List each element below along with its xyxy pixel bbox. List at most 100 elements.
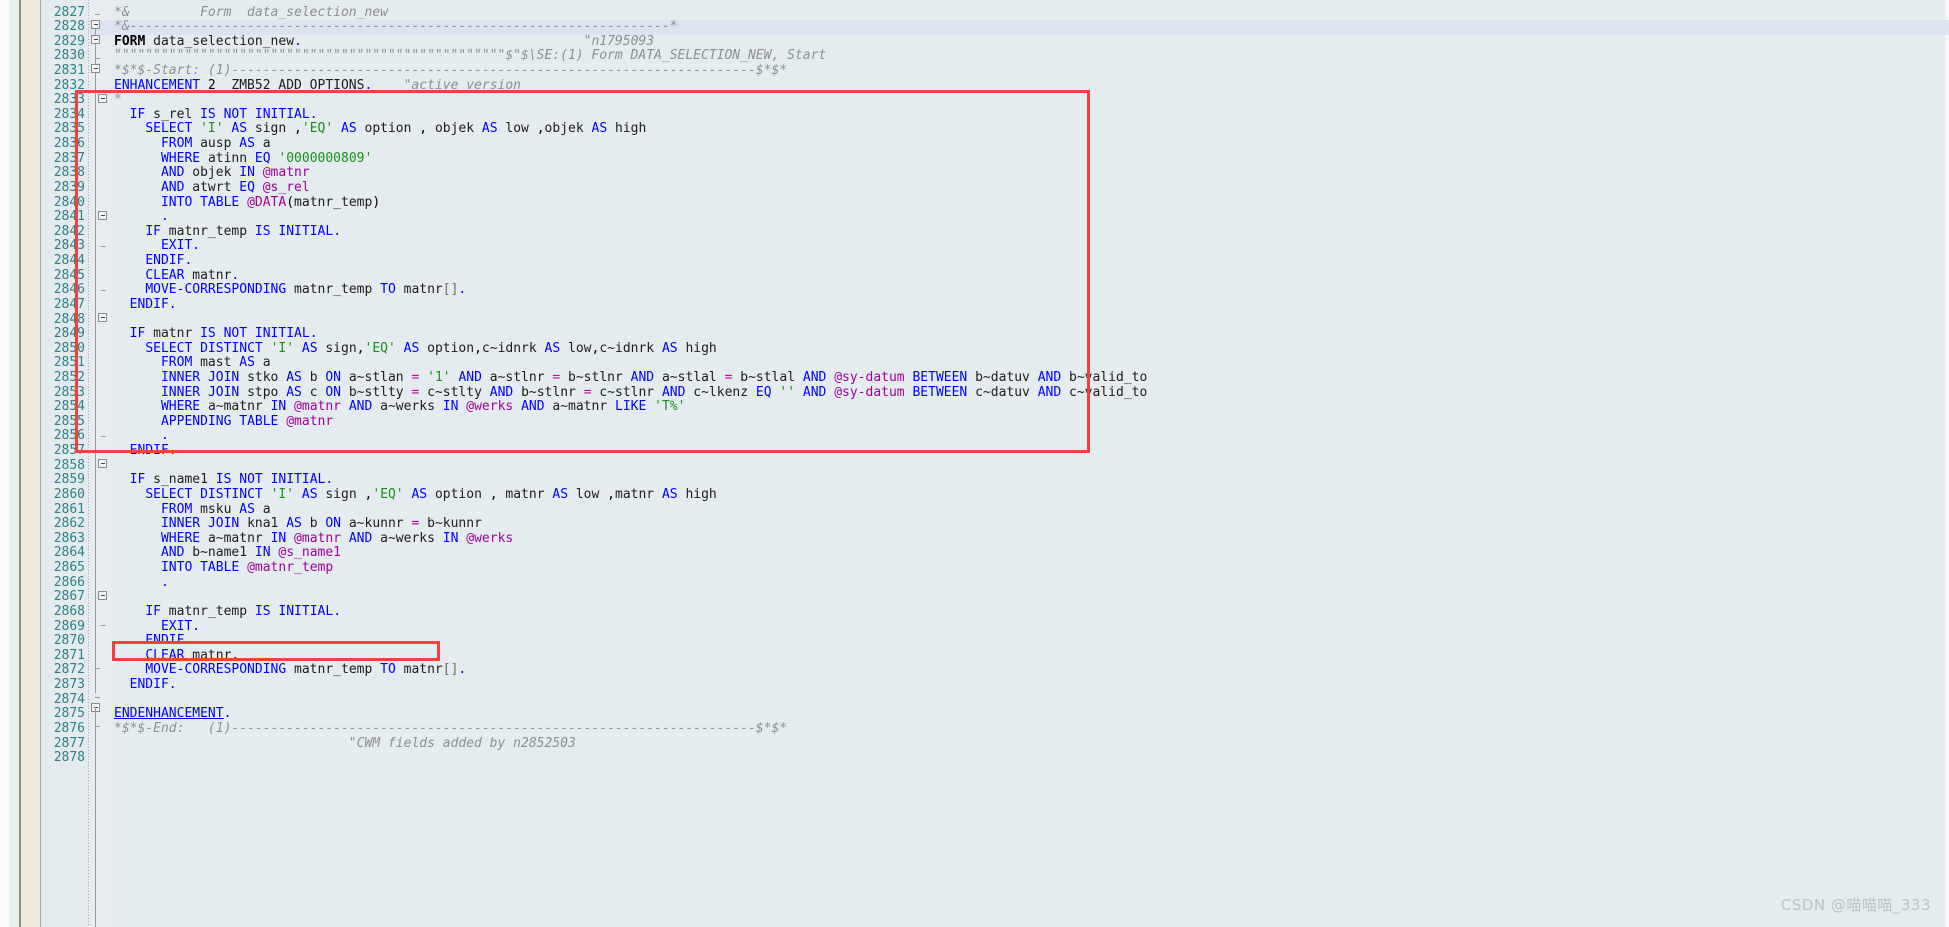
line-number[interactable]: 2875 [41,707,85,722]
line-number[interactable]: 2844 [41,253,85,269]
line-number[interactable]: 2853 [41,385,85,401]
line-content[interactable]: APPENDING TABLE @matnr [114,414,333,430]
code-line[interactable]: 2878 [0,751,1949,766]
code-line[interactable]: 2865 INTO TABLE @matnr_temp [0,560,1949,576]
line-number[interactable]: 2840 [41,195,85,211]
line-number[interactable]: 2846 [41,283,85,298]
code-line[interactable]: 2837 WHERE atinn EQ '0000000809' [0,151,1949,167]
line-number[interactable]: 2877 [41,736,85,752]
line-content[interactable]: *&--------------------------------------… [114,19,678,35]
line-content[interactable]: * [114,92,122,108]
line-number[interactable]: 2836 [41,136,85,152]
line-content[interactable]: SELECT DISTINCT 'I' AS sign,'EQ' AS opti… [114,341,716,357]
line-number[interactable]: 2848 [41,312,85,328]
line-number[interactable]: 2837 [41,151,85,167]
line-number[interactable]: 2834 [41,107,85,123]
code-line[interactable]: 2867 [0,590,1949,605]
code-line[interactable]: 2875 ENDENHANCEMENT. [0,706,1949,722]
code-line[interactable]: 2842 IF matnr_temp IS INITIAL. [0,224,1949,240]
code-line[interactable]: 2835 SELECT 'I' AS sign ,'EQ' AS option … [0,122,1949,137]
line-content[interactable]: *& Form data_selection_new [114,5,388,21]
abap-code-editor[interactable]: 2827 *& Form data_selection_new 2828 *&----… [0,0,1949,927]
line-content[interactable]: *$*$-Start: (1)-------------------------… [114,63,787,79]
line-content[interactable]: ENDIF. [114,253,192,269]
line-number[interactable]: 2852 [41,370,85,386]
code-line[interactable]: 2851 FROM mast AS a [0,356,1949,371]
line-number[interactable]: 2850 [41,341,85,357]
code-line[interactable]: 2852 INNER JOIN stko AS b ON a~stlan = '… [0,370,1949,386]
line-content[interactable]: INNER JOIN kna1 AS b ON a~kunnr = b~kunn… [114,516,482,532]
line-number[interactable]: 2870 [41,634,85,649]
line-number[interactable]: 2831 [41,63,85,79]
code-line[interactable]: 2853 INNER JOIN stpo AS c ON b~stlty = c… [0,385,1949,401]
line-content[interactable]: EXIT. [114,619,200,635]
line-content[interactable]: IF matnr IS NOT INITIAL. [114,326,318,342]
line-content[interactable]: INNER JOIN stko AS b ON a~stlan = '1' AN… [114,370,1147,386]
line-number[interactable]: 2835 [41,122,85,137]
code-line[interactable]: 2846 MOVE-CORRESPONDING matnr_temp TO ma… [0,282,1949,298]
line-number[interactable]: 2873 [41,677,85,693]
line-content[interactable]: "CWM fields added by n2852503 [114,736,576,752]
line-content[interactable]: INTO TABLE @DATA(matnr_temp) [114,195,380,211]
line-number[interactable]: 2828 [41,20,85,35]
line-number[interactable]: 2860 [41,487,85,503]
line-content[interactable]: SELECT 'I' AS sign ,'EQ' AS option , obj… [114,122,646,137]
line-content[interactable]: CLEAR matnr. [114,268,239,284]
code-line[interactable]: 2833 * [0,92,1949,108]
code-line[interactable]: 2840 INTO TABLE @DATA(matnr_temp) [0,195,1949,211]
code-line[interactable]: 2855 APPENDING TABLE @matnr [0,414,1949,430]
line-content[interactable]: INNER JOIN stpo AS c ON b~stlty = c~stlt… [114,385,1147,401]
code-line[interactable]: 2844 ENDIF. [0,253,1949,269]
line-number[interactable]: 2856 [41,429,85,444]
code-line[interactable]: 2872 MOVE-CORRESPONDING matnr_temp TO ma… [0,663,1949,678]
code-line[interactable]: 2841 . [0,209,1949,225]
line-number[interactable]: 2832 [41,78,85,94]
line-number[interactable]: 2874 [41,692,85,708]
code-line[interactable]: 2864 AND b~name1 IN @s_name1 [0,546,1949,561]
line-number[interactable]: 2854 [41,400,85,415]
line-content[interactable]: ENDIF. [114,633,192,649]
line-number[interactable]: 2851 [41,356,85,371]
line-number[interactable]: 2866 [41,575,85,591]
code-line[interactable]: 2871 CLEAR matnr. [0,648,1949,664]
code-line[interactable]: 2858 [0,458,1949,474]
code-line[interactable]: 2861 FROM msku AS a [0,502,1949,518]
line-content[interactable]: . [114,209,169,225]
code-line[interactable]: 2860 SELECT DISTINCT 'I' AS sign ,'EQ' A… [0,487,1949,503]
line-content[interactable]: FROM msku AS a [114,502,271,518]
line-content[interactable]: AND b~name1 IN @s_name1 [114,546,341,561]
code-line[interactable]: 2827 *& Form data_selection_new [0,5,1949,21]
line-number[interactable]: 2833 [41,93,85,108]
code-line[interactable]: 2832 ENHANCEMENT 2 ZMB52_ADD_OPTIONS. "ac… [0,78,1949,94]
line-number[interactable]: 2871 [41,648,85,664]
line-content[interactable]: MOVE-CORRESPONDING matnr_temp TO matnr[]… [114,663,466,678]
line-number[interactable]: 2845 [41,268,85,284]
line-content[interactable]: ENHANCEMENT 2 ZMB52_ADD_OPTIONS. "active… [114,78,521,94]
code-line[interactable]: 2849 IF matnr IS NOT INITIAL. [0,326,1949,342]
code-line[interactable]: 2850 SELECT DISTINCT 'I' AS sign,'EQ' AS… [0,341,1949,357]
code-line[interactable]: 2866 . [0,575,1949,591]
line-content[interactable]: IF matnr_temp IS INITIAL. [114,224,341,240]
line-number[interactable]: 2855 [41,414,85,430]
code-line[interactable]: 2838 AND objek IN @matnr [0,166,1949,181]
code-line[interactable]: 2848 [0,312,1949,328]
line-content[interactable]: IF s_name1 IS NOT INITIAL. [114,473,334,488]
line-content[interactable]: WHERE a~matnr IN @matnr AND a~werks IN @… [114,399,685,415]
code-line[interactable]: 2869 EXIT. [0,619,1949,635]
code-line[interactable]: 2845 CLEAR matnr. [0,268,1949,284]
line-content[interactable]: WHERE atinn EQ '0000000809' [114,151,372,167]
code-line[interactable]: 2862 INNER JOIN kna1 AS b ON a~kunnr = b… [0,516,1949,532]
line-content[interactable]: MOVE-CORRESPONDING matnr_temp TO matnr[]… [114,282,466,298]
line-content[interactable]: INTO TABLE @matnr_temp [114,560,333,576]
line-number[interactable]: 2865 [41,560,85,576]
line-content[interactable]: FROM mast AS a [114,356,271,371]
code-line[interactable]: 2847 ENDIF. [0,297,1949,313]
code-line[interactable]: 2859 IF s_name1 IS NOT INITIAL. [0,473,1949,488]
line-number[interactable]: 2842 [41,224,85,240]
line-number[interactable]: 2843 [41,239,85,254]
line-content[interactable]: FROM ausp AS a [114,136,271,152]
code-line[interactable]: 2828 *&----------------------------------… [0,19,1949,35]
line-number[interactable]: 2841 [41,210,85,225]
line-content[interactable]: FORM data_selection_new. "n1795093 [114,34,654,50]
code-line[interactable]: 2830 """"""""""""""""""""""""""""""""""""… [0,49,1949,64]
